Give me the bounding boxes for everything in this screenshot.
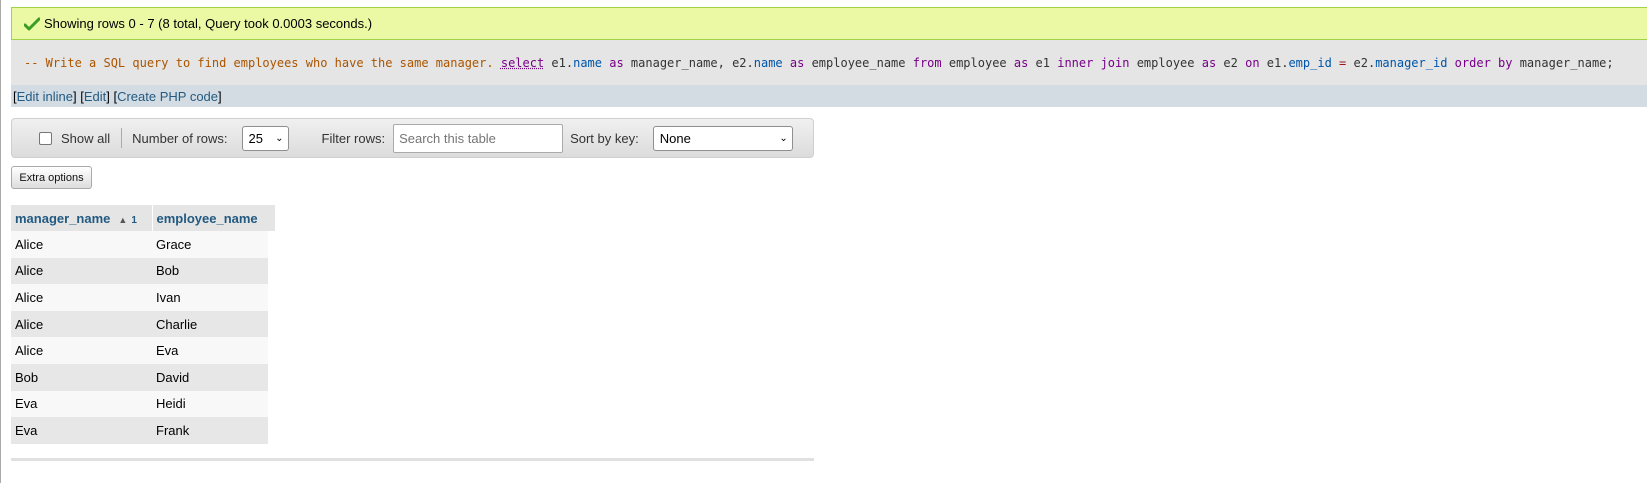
sql-token: employee <box>1129 55 1202 70</box>
create-php-code-link[interactable]: Create PHP code <box>117 89 218 104</box>
cell-employee-name[interactable]: Charlie <box>152 310 268 338</box>
sql-token: e1 <box>1028 55 1058 70</box>
show-all-checkbox[interactable] <box>39 131 52 145</box>
cell-manager-name[interactable]: Alice <box>11 337 152 364</box>
chevron-down-icon: ⌄ <box>779 132 788 144</box>
table-header-row: manager_name ▲ 1 employee_name <box>11 205 269 231</box>
filter-rows-placeholder: Search this table <box>399 130 496 146</box>
sql-token: manager_name, e2. <box>623 55 754 70</box>
sql-token: e2. <box>1346 55 1376 70</box>
sql-query-display: -- Write a SQL query to find employees w… <box>11 40 1647 85</box>
table-row[interactable]: Alice Ivan <box>11 284 268 311</box>
cell-manager-name[interactable]: Alice <box>11 284 152 311</box>
sql-token: employee <box>941 55 1014 70</box>
cell-manager-name[interactable]: Bob <box>11 363 152 391</box>
sql-token: on <box>1245 55 1260 70</box>
cell-manager-name[interactable]: Alice <box>11 231 152 258</box>
cell-employee-name[interactable]: Frank <box>152 417 268 444</box>
column-header-manager-name[interactable]: manager_name ▲ 1 <box>11 205 153 231</box>
success-check-icon <box>24 17 40 30</box>
sql-token: e1. <box>1259 55 1289 70</box>
table-body: Alice Grace Alice Bob Alice Ivan Alice Charlie A… <box>11 231 268 444</box>
table-row[interactable]: Alice Grace <box>11 231 268 258</box>
sql-token: as <box>609 55 624 70</box>
cell-employee-name[interactable]: Bob <box>152 257 268 285</box>
cell-employee-name[interactable]: David <box>152 363 268 391</box>
table-row[interactable]: Bob David <box>11 363 268 391</box>
table-header-edge <box>268 205 275 231</box>
sql-token: as <box>1013 55 1029 70</box>
sql-token: select <box>500 55 545 70</box>
success-message: Showing rows 0 - 7 (8 total, Query took … <box>11 7 1647 40</box>
sort-by-key-select[interactable]: None ⌄ <box>652 125 793 151</box>
sql-token: manager_name; <box>1512 55 1614 70</box>
table-row[interactable]: Alice Bob <box>11 257 268 285</box>
sql-token: inner join <box>1057 55 1130 70</box>
sql-token: emp_id <box>1288 55 1332 70</box>
table-row[interactable]: Alice Charlie <box>11 310 268 338</box>
cell-employee-name[interactable]: Heidi <box>152 390 268 418</box>
cell-manager-name[interactable]: Eva <box>11 417 152 444</box>
rows-label: Number of rows: <box>132 130 228 146</box>
rows-per-page-value: 25 <box>248 130 263 146</box>
sql-token: e2 <box>1216 55 1246 70</box>
cell-employee-name[interactable]: Eva <box>152 337 268 364</box>
sort-by-key-label: Sort by key: <box>570 130 639 146</box>
sql-token: as <box>1201 55 1217 70</box>
sql-code: select e1.name as manager_name, e2.name … <box>501 56 1614 70</box>
sql-token: from <box>912 55 942 70</box>
bottom-divider <box>11 458 814 461</box>
sql-token: name <box>573 55 603 70</box>
sort-order-number: 1 <box>131 214 137 226</box>
query-actions-bar: [ Edit inline ] [ Edit ] [ Create PHP co… <box>11 85 1647 107</box>
filter-rows-label: Filter rows: <box>321 130 386 146</box>
column-header-label: manager_name <box>15 210 111 226</box>
edit-link[interactable]: Edit <box>84 89 106 104</box>
column-header-label: employee_name <box>156 210 258 226</box>
rows-per-page-select[interactable]: 25 ⌄ <box>241 125 289 151</box>
edit-inline-link[interactable]: Edit inline <box>17 89 73 104</box>
table-row[interactable]: Eva Frank <box>11 417 268 444</box>
sql-token: manager_id <box>1375 55 1448 70</box>
show-all-label: Show all <box>61 130 111 146</box>
chevron-down-icon: ⌄ <box>275 132 284 144</box>
sql-token: employee_name <box>804 55 913 70</box>
left-border <box>0 0 1 483</box>
sql-token: order by <box>1454 55 1513 70</box>
cell-manager-name[interactable]: Eva <box>11 390 152 418</box>
sql-token: e1. <box>544 55 574 70</box>
sort-ascending-icon: ▲ <box>118 214 128 225</box>
table-navigation-panel: Show all Number of rows: 25 ⌄ Filter row… <box>11 118 814 158</box>
extra-options-button[interactable]: Extra options <box>11 166 92 189</box>
cell-employee-name[interactable]: Grace <box>152 231 268 258</box>
table-row[interactable]: Eva Heidi <box>11 390 268 418</box>
nav-divider <box>121 128 123 148</box>
results-table: manager_name ▲ 1 employee_name Alice Grace A… <box>11 205 269 444</box>
cell-manager-name[interactable]: Alice <box>11 310 152 338</box>
sql-token: name <box>753 55 783 70</box>
sort-by-key-value: None <box>659 130 691 146</box>
cell-employee-name[interactable]: Ivan <box>152 284 268 311</box>
sql-comment: -- Write a SQL query to find employees w… <box>24 55 494 70</box>
table-row[interactable]: Alice Eva <box>11 337 268 364</box>
column-header-employee-name[interactable]: employee_name <box>152 205 269 231</box>
sql-token: as <box>789 55 805 70</box>
success-message-text: Showing rows 0 - 7 (8 total, Query took … <box>44 16 373 31</box>
cell-manager-name[interactable]: Alice <box>11 257 152 285</box>
filter-rows-input[interactable]: Search this table <box>393 123 564 153</box>
